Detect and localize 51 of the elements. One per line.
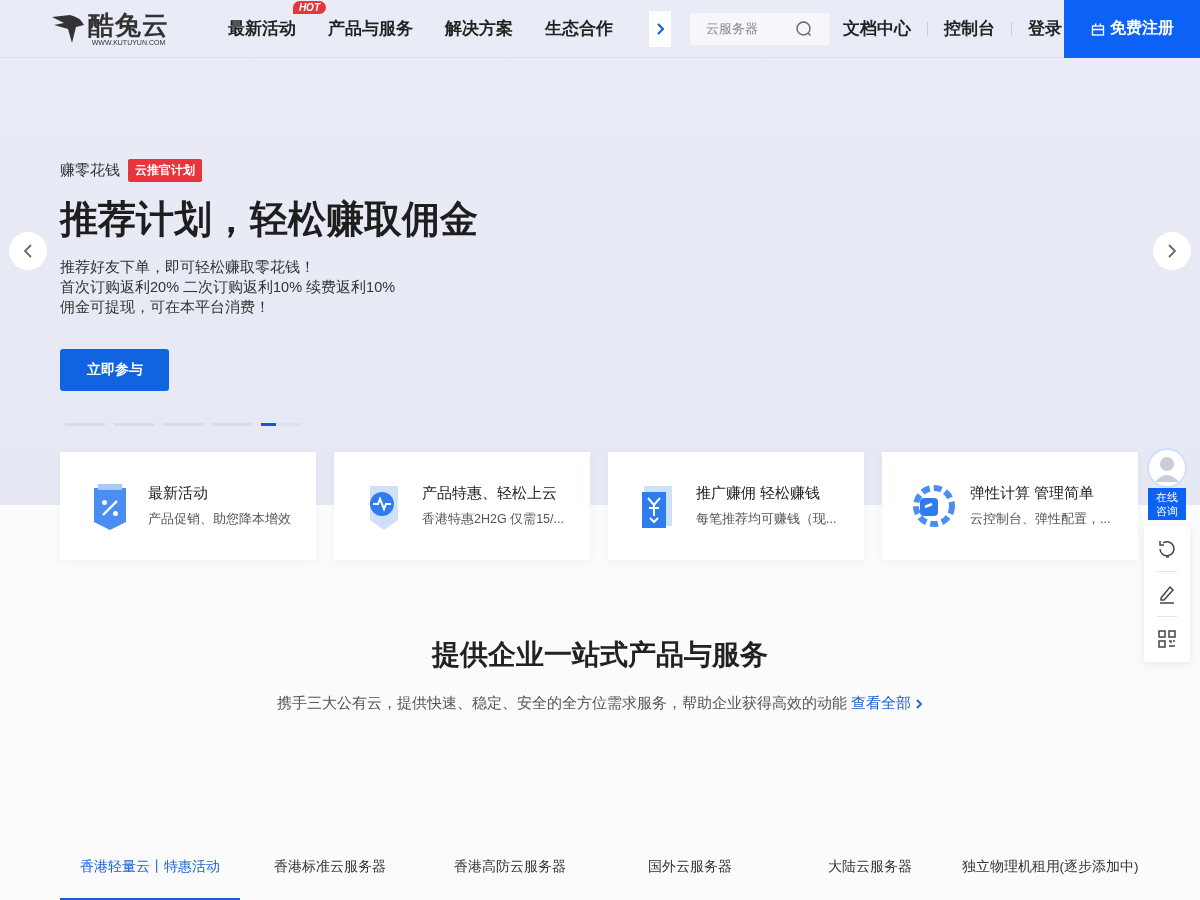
feature-card[interactable]: 产品特惠、轻松上云 香港特惠2H2G 仅需15/... [334,452,590,560]
header-link[interactable]: 控制台 [944,17,995,40]
feature-card[interactable]: 推广赚佣 轻松赚钱 每笔推荐均可赚钱（现... [608,452,864,560]
category-tab[interactable]: 香港轻量云丨特惠活动 [60,836,240,900]
feature-card[interactable]: 最新活动 产品促销、助您降本增效 [60,452,316,560]
online-consult-button[interactable]: 在线咨询 [1148,488,1186,520]
header-link[interactable]: 文档中心 [843,17,911,40]
nav-link[interactable]: 解决方案 [445,19,513,38]
category-tab[interactable]: 大陆云服务器 [780,836,960,900]
category-tab[interactable]: 香港标准云服务器 [240,836,420,900]
section-title: 提供企业一站式产品与服务 [432,638,768,672]
hero-text: 推荐好友下单，即可轻松赚取零花钱！ [60,258,316,277]
feature-title: 弹性计算 管理简单 [970,484,1096,503]
feature-title: 推广赚佣 轻松赚钱 [696,484,822,503]
next-slide-button[interactable] [1153,232,1191,270]
feature-description: 产品促销、助您降本增效 [148,511,291,528]
nav-link[interactable]: 生态合作 [545,19,613,38]
feature-description: 香港特惠2H2G 仅需15/... [422,511,564,528]
search-icon [795,19,813,38]
refresh-icon[interactable] [1156,538,1178,560]
hot-badge: HOT [292,1,326,14]
join-button[interactable]: 立即参与 [60,349,169,391]
chevron-right-icon [656,22,664,35]
hero-text: 佣金可提现，可在本平台消费！ [60,298,271,317]
feature-description: 每笔推荐均可赚钱（现... [696,511,837,528]
header-link[interactable]: 登录 [1028,17,1062,40]
feature-card[interactable]: 弹性计算 管理简单 云控制台、弹性配置，... [882,452,1138,560]
chevron-right-icon [1168,244,1176,258]
feature-title: 最新活动 [148,484,209,503]
search-field[interactable]: 云服务器 [690,12,829,45]
category-tab[interactable]: 香港高防云服务器 [420,836,600,900]
register-button[interactable]: 免费注册 [1064,0,1200,58]
category-tab[interactable]: 国外云服务器 [600,836,780,900]
feature-description: 云控制台、弹性配置，... [970,511,1111,528]
eyebrow-text: 赚零花钱 [60,161,120,180]
previous-slide-button[interactable] [9,232,47,270]
chevron-right-icon [916,698,923,709]
chevron-left-icon [24,244,32,258]
hero-text: 首次订购返利20% 二次订购返利10% 续费返利10% [60,278,397,297]
feature-title: 产品特惠、轻松上云 [422,484,558,503]
qr-code-icon[interactable] [1156,628,1178,650]
slide-indicator[interactable] [261,423,301,426]
section-subtitle: 携手三大公有云，提供快速、稳定、安全的全方位需求服务，帮助企业获得高效的动能 [277,694,847,713]
view-all-link[interactable]: 查看全部 [851,694,923,713]
nav-link[interactable]: 最新活动 [228,19,296,38]
logo-name: 酷兔云 [88,11,169,39]
hero-title: 推荐计划，轻松赚取佣金 [60,197,479,242]
nav-next-button[interactable] [649,10,671,47]
nav-link[interactable]: 产品与服务 [328,19,413,38]
category-tab[interactable]: 独立物理机租用(逐步添加中) [960,836,1140,900]
program-tag: 云推官计划 [128,159,202,182]
